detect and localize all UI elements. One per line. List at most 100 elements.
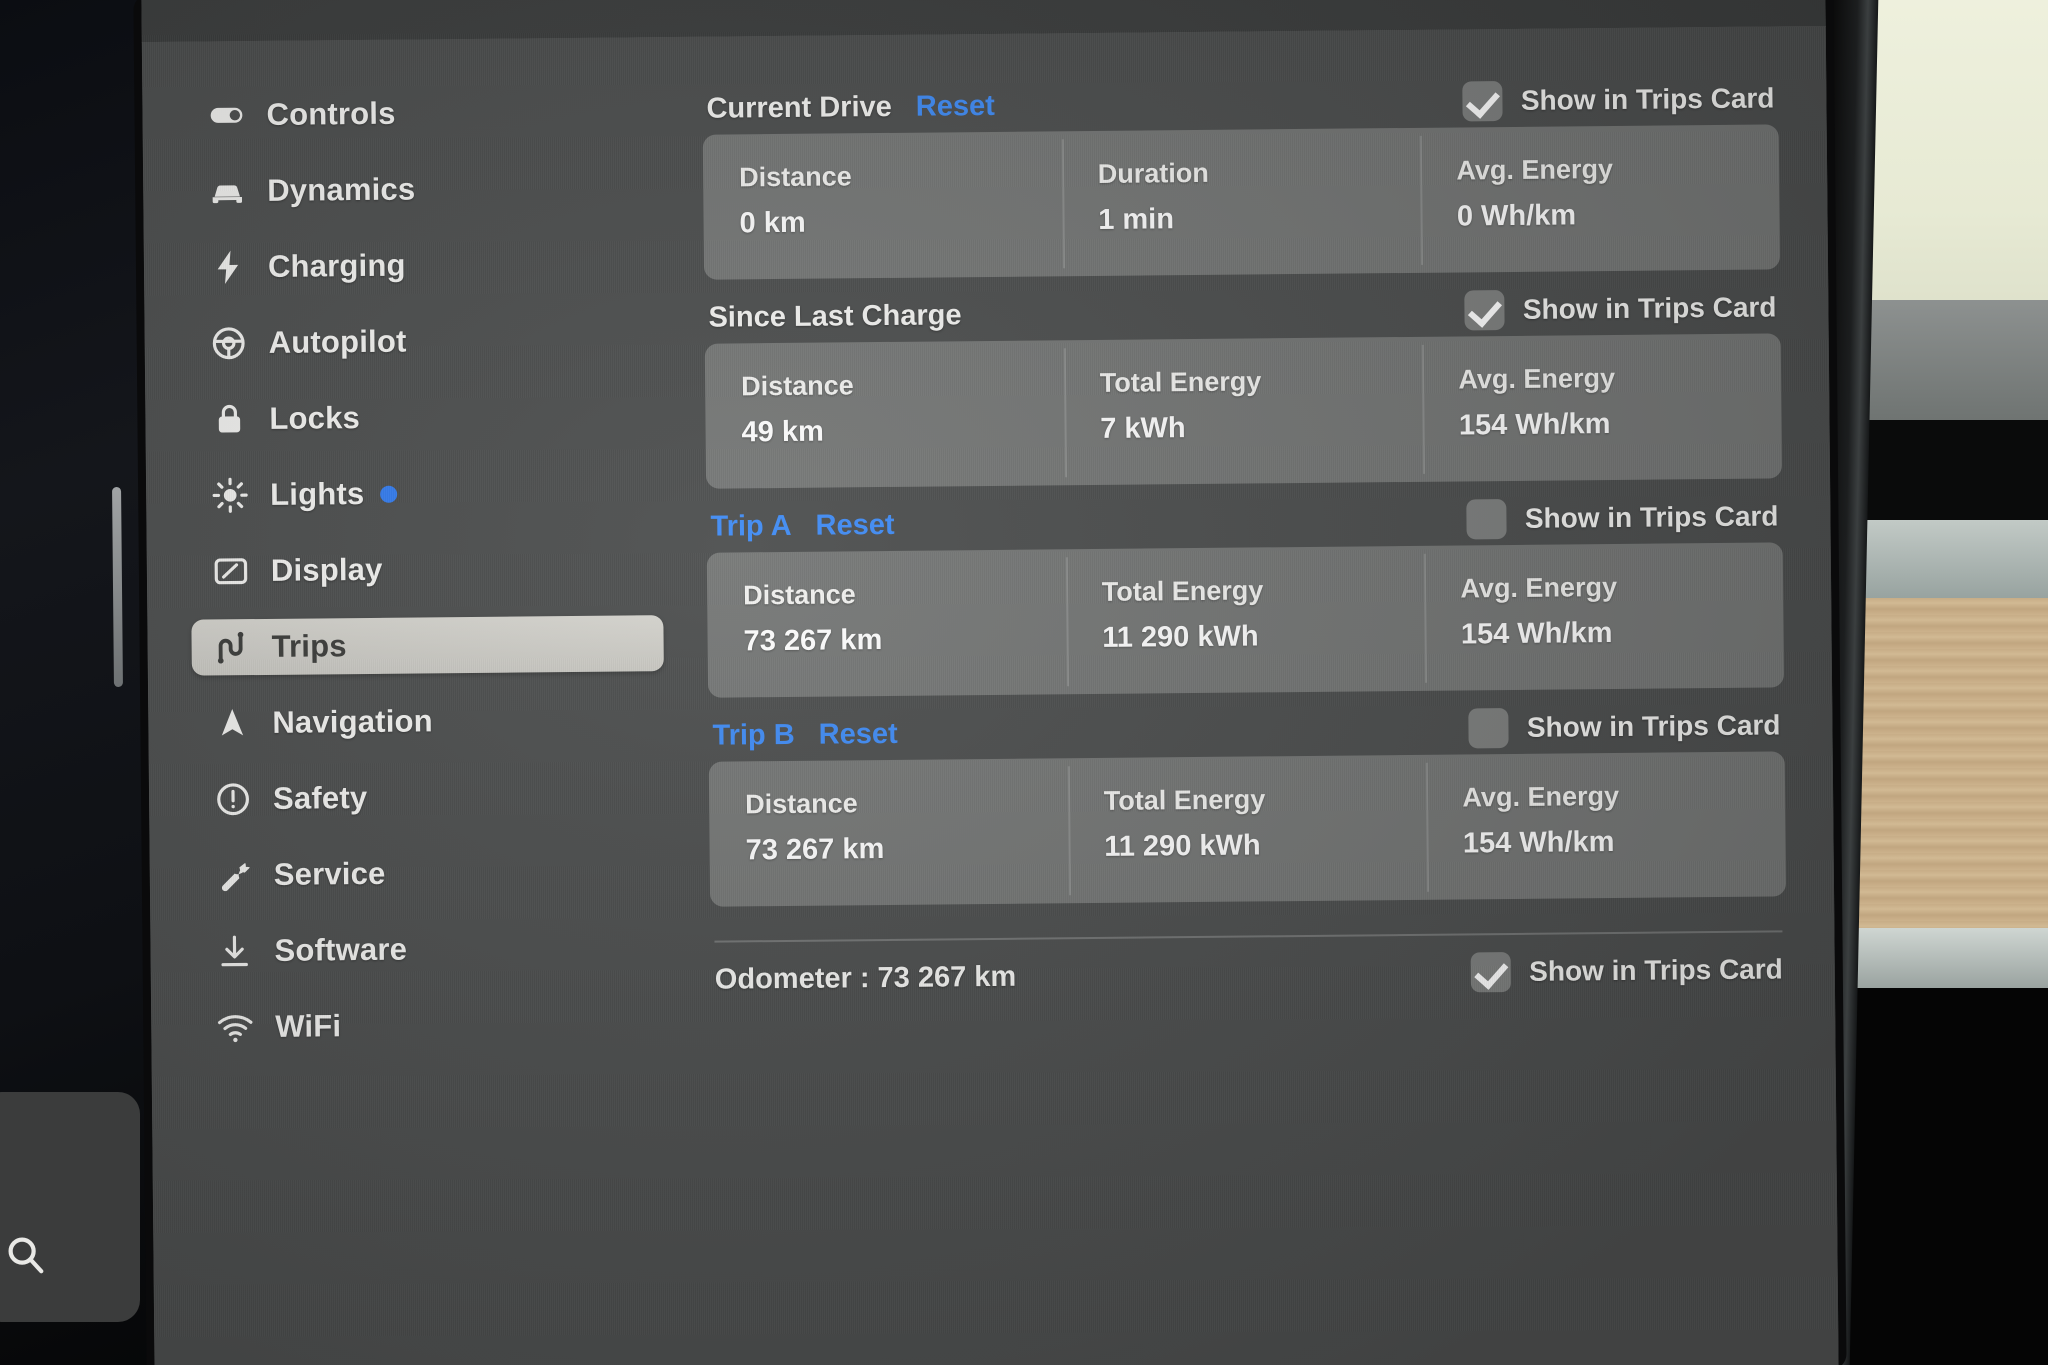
checkbox-label: Show in Trips Card bbox=[1529, 953, 1783, 987]
stat-value: 154 Wh/km bbox=[1458, 408, 1611, 442]
sidebar-item-trips[interactable]: Trips bbox=[191, 615, 664, 676]
stats-card: Distance 73 267 km Total Energy 11 290 kWh A… bbox=[708, 751, 1787, 907]
stat-label: Distance bbox=[743, 579, 856, 611]
sidebar-item-service[interactable]: Service bbox=[194, 843, 667, 904]
checkbox-label: Show in Trips Card bbox=[1522, 291, 1777, 325]
checkbox-label: Show in Trips Card bbox=[1524, 500, 1779, 534]
trips-content: Current Drive Reset Show in Trips Card Dist… bbox=[702, 72, 1787, 1016]
sidebar-item-autopilot[interactable]: Autopilot bbox=[188, 311, 661, 372]
sidebar-item-lights[interactable]: Lights bbox=[190, 463, 663, 524]
stat-label: Avg. Energy bbox=[1458, 362, 1616, 395]
stat-cell: Avg. Energy 0 Wh/km bbox=[1420, 124, 1780, 272]
reset-button[interactable]: Reset bbox=[819, 717, 898, 751]
stat-cell: Distance 49 km bbox=[705, 340, 1065, 488]
stat-cell: Total Energy 11 290 kWh bbox=[1067, 755, 1427, 903]
car-interior-background bbox=[1818, 0, 2048, 1365]
steering-wheel-icon bbox=[207, 321, 251, 365]
sidebar-item-label: Autopilot bbox=[268, 323, 407, 360]
sidebar-item-dynamics[interactable]: Dynamics bbox=[187, 159, 660, 220]
stat-value: 73 267 km bbox=[745, 833, 885, 867]
stat-value: 1 min bbox=[1098, 203, 1175, 236]
stat-value: 0 Wh/km bbox=[1456, 199, 1577, 233]
stat-value: 73 267 km bbox=[743, 624, 883, 658]
sidebar-item-navigation[interactable]: Navigation bbox=[192, 691, 665, 752]
stat-cell: Avg. Energy 154 Wh/km bbox=[1426, 751, 1786, 899]
signal-bars-icon[interactable] bbox=[1619, 0, 1653, 11]
checkbox[interactable] bbox=[1462, 81, 1504, 122]
stat-label: Total Energy bbox=[1103, 784, 1266, 816]
sidebar-item-label: Service bbox=[273, 855, 386, 892]
stat-value: 49 km bbox=[741, 415, 824, 449]
sidebar-item-safety[interactable]: Safety bbox=[193, 767, 666, 828]
sidebar-item-display[interactable]: Display bbox=[191, 539, 664, 600]
lower-dark-band bbox=[1854, 988, 2048, 1365]
settings-sidebar: Controls Dynamics Charging Autopilot Locks Li… bbox=[172, 83, 681, 1076]
car-front-icon bbox=[205, 169, 249, 213]
settings-panel: Controls Dynamics Charging Autopilot Locks Li… bbox=[141, 25, 1839, 1365]
screenshot-root: Controls Dynamics Charging Autopilot Locks Li… bbox=[0, 0, 2048, 1365]
circle-icon[interactable] bbox=[1367, 0, 1401, 13]
show-in-trips-card-toggle[interactable]: Show in Trips Card bbox=[1466, 496, 1779, 540]
stat-value: 154 Wh/km bbox=[1460, 617, 1613, 651]
stat-cell: Avg. Energy 154 Wh/km bbox=[1424, 542, 1784, 690]
stat-value: 154 Wh/km bbox=[1462, 826, 1615, 860]
checkbox[interactable] bbox=[1468, 708, 1510, 749]
stat-label: Distance bbox=[739, 161, 852, 193]
odometer-show-in-trips-card-toggle[interactable]: Show in Trips Card bbox=[1471, 949, 1783, 993]
stat-cell: Avg. Energy 154 Wh/km bbox=[1422, 333, 1782, 481]
window-sky-band bbox=[1854, 0, 2048, 300]
dash-icon[interactable] bbox=[1241, 0, 1275, 15]
reset-button[interactable]: Reset bbox=[916, 89, 995, 123]
stat-label: Avg. Energy bbox=[1456, 153, 1614, 186]
notification-dot bbox=[380, 485, 398, 503]
sidebar-item-label: Display bbox=[270, 551, 383, 588]
show-in-trips-card-toggle[interactable]: Show in Trips Card bbox=[1462, 78, 1775, 122]
download-arrow-icon bbox=[212, 929, 256, 973]
checkbox-label: Show in Trips Card bbox=[1526, 709, 1781, 743]
scroll-indicator[interactable] bbox=[112, 486, 123, 688]
stat-cell: Duration 1 min bbox=[1061, 128, 1421, 276]
stat-label: Distance bbox=[741, 370, 854, 402]
triangle-play-icon[interactable] bbox=[1493, 0, 1527, 12]
wood-dash-trim bbox=[1854, 598, 2048, 928]
stat-label: Distance bbox=[745, 788, 858, 820]
sidebar-item-label: Navigation bbox=[272, 703, 433, 740]
stats-card: Distance 73 267 km Total Energy 11 290 kWh A… bbox=[706, 542, 1785, 698]
padlock-icon bbox=[207, 397, 251, 441]
stat-label: Total Energy bbox=[1101, 575, 1264, 607]
checkbox-label: Show in Trips Card bbox=[1520, 82, 1775, 116]
section-title[interactable]: Trip B bbox=[712, 718, 794, 752]
checkbox[interactable] bbox=[1464, 290, 1506, 331]
checkbox[interactable] bbox=[1471, 952, 1512, 993]
checkbox[interactable] bbox=[1466, 499, 1508, 540]
screen-icon bbox=[209, 549, 253, 593]
section-title[interactable]: Trip A bbox=[710, 509, 791, 543]
search-icon[interactable] bbox=[2, 1231, 48, 1277]
reset-button[interactable]: Reset bbox=[815, 508, 894, 542]
winding-road-icon bbox=[209, 625, 253, 669]
show-in-trips-card-toggle[interactable]: Show in Trips Card bbox=[1468, 705, 1781, 749]
section-title: Current Drive bbox=[706, 90, 892, 125]
sidebar-item-label: Dynamics bbox=[267, 171, 416, 208]
stat-label: Avg. Energy bbox=[1462, 780, 1620, 813]
sidebar-item-controls[interactable]: Controls bbox=[186, 83, 659, 144]
stat-label: Total Energy bbox=[1099, 366, 1262, 398]
search-tile[interactable] bbox=[0, 1092, 140, 1322]
trip-section: Current Drive Reset Show in Trips Card Dist… bbox=[702, 72, 1781, 280]
show-in-trips-card-toggle[interactable]: Show in Trips Card bbox=[1464, 287, 1777, 331]
stat-label: Avg. Energy bbox=[1460, 571, 1618, 604]
stat-value: 7 kWh bbox=[1100, 412, 1186, 445]
sidebar-item-software[interactable]: Software bbox=[194, 919, 667, 980]
sidebar-item-charging[interactable]: Charging bbox=[188, 235, 661, 296]
sidebar-item-label: Trips bbox=[271, 628, 347, 664]
stats-card: Distance 0 km Duration 1 min Avg. Energy 0 Wh… bbox=[702, 124, 1781, 280]
sidebar-item-label: Controls bbox=[266, 95, 396, 132]
navigation-arrow-icon bbox=[210, 701, 254, 745]
center-touchscreen: Controls Dynamics Charging Autopilot Locks Li… bbox=[141, 0, 1839, 1365]
sidebar-item-locks[interactable]: Locks bbox=[189, 387, 662, 448]
sidebar-item-wifi[interactable]: WiFi bbox=[195, 995, 668, 1056]
stat-cell: Distance 73 267 km bbox=[707, 549, 1067, 697]
